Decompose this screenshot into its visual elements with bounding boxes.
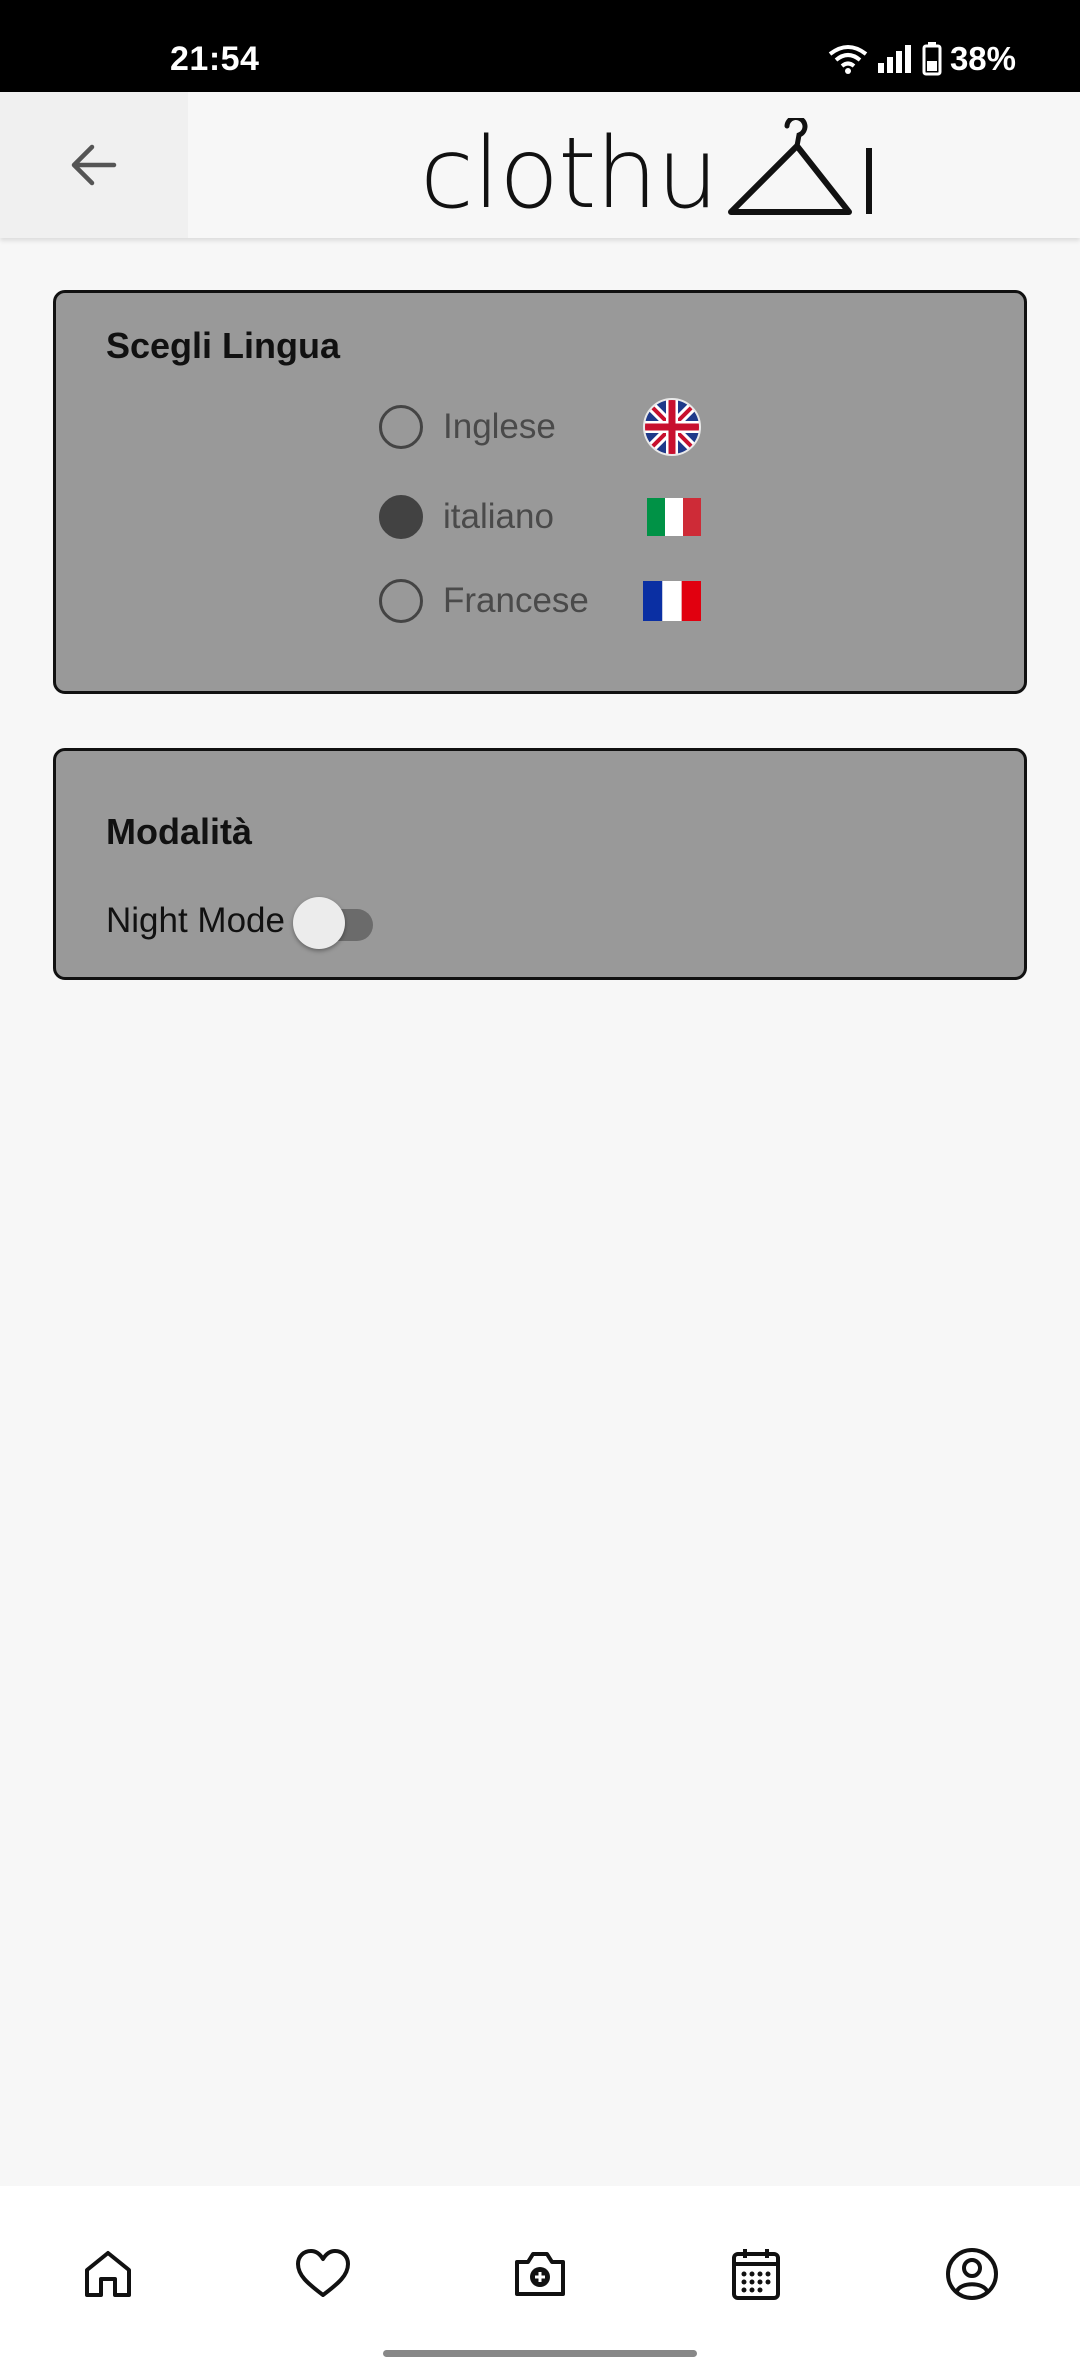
hanger-logo-icon [728, 118, 872, 215]
language-option-french[interactable]: Francese [379, 571, 799, 631]
nav-calendar[interactable] [716, 2234, 796, 2314]
mode-card-title: Modalità [106, 811, 253, 852]
gesture-bar[interactable] [383, 2350, 697, 2357]
mode-card: Modalità Night Mode [53, 748, 1027, 980]
nav-profile[interactable] [932, 2234, 1012, 2314]
battery-percent: 38% [949, 40, 1016, 77]
uk-flag-icon [643, 398, 701, 456]
language-label-english: Inglese [443, 407, 556, 446]
nav-favorites[interactable] [283, 2234, 363, 2314]
language-label-italian: italiano [443, 497, 554, 536]
wifi-icon [828, 45, 868, 74]
back-button[interactable] [0, 92, 188, 238]
arrow-left-icon [71, 144, 117, 186]
status-bar: 21:54 38% [0, 0, 1080, 92]
status-time: 21:54 [170, 40, 260, 78]
calendar-icon [732, 2249, 780, 2300]
language-card: Scegli Lingua Inglese italiano Francese [53, 290, 1027, 694]
signal-icon [877, 45, 911, 73]
france-flag-icon [643, 581, 701, 621]
language-option-italian[interactable]: italiano [379, 487, 799, 547]
nav-home[interactable] [68, 2234, 148, 2314]
toggle-thumb [292, 897, 345, 949]
profile-icon [946, 2248, 998, 2300]
night-mode-row: Night Mode [106, 891, 506, 951]
brand-logo: clothu [420, 117, 880, 232]
italy-flag-icon [647, 498, 701, 536]
radio-italian[interactable] [379, 495, 423, 539]
camera-add-icon [515, 2252, 565, 2296]
home-icon [85, 2251, 131, 2297]
brand-name: clothu [420, 117, 719, 231]
nav-camera[interactable] [500, 2234, 580, 2314]
radio-english[interactable] [379, 405, 423, 449]
status-icons: 38% [828, 40, 1016, 78]
heart-icon [296, 2249, 350, 2297]
battery-icon [922, 42, 942, 76]
app-bar: clothu [0, 92, 1080, 238]
language-option-english[interactable]: Inglese [379, 397, 799, 457]
radio-french[interactable] [379, 579, 423, 623]
language-card-title: Scegli Lingua [106, 325, 341, 366]
bottom-nav [0, 2186, 1080, 2376]
night-mode-label: Night Mode [106, 901, 285, 940]
language-label-french: Francese [443, 581, 589, 620]
night-mode-toggle[interactable] [292, 893, 377, 949]
